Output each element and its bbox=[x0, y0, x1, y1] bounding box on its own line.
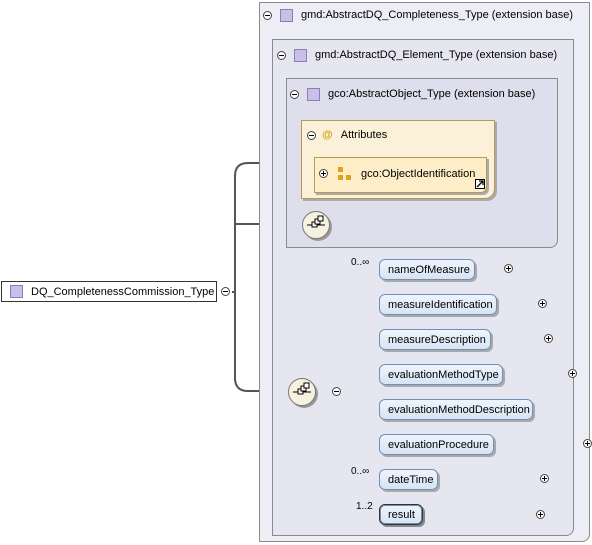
element-name: measureDescription bbox=[388, 333, 486, 346]
collapse-icon[interactable] bbox=[263, 10, 272, 20]
element-measureIdentification[interactable]: measureIdentification bbox=[379, 294, 497, 315]
element-evaluationMethodDescription[interactable]: evaluationMethodDescription bbox=[379, 399, 533, 420]
attribute-at-icon: @ bbox=[322, 129, 333, 141]
element-measureDescription[interactable]: measureDescription bbox=[379, 329, 491, 350]
element-name: nameOfMeasure bbox=[388, 263, 470, 276]
extension-label: gmd:AbstractDQ_Element_Type (extension b… bbox=[315, 49, 558, 61]
element-nameOfMeasure[interactable]: nameOfMeasure bbox=[379, 259, 475, 280]
reference-arrow-icon bbox=[475, 179, 485, 189]
root-complex-type[interactable]: DQ_CompletenessCommission_Type bbox=[1, 281, 217, 302]
collapse-icon[interactable] bbox=[277, 50, 286, 60]
root-type-name: DQ_CompletenessCommission_Type bbox=[31, 285, 215, 298]
attributes-label: Attributes bbox=[340, 129, 388, 141]
complex-type-icon bbox=[307, 87, 320, 101]
occurrence-label: 0..∞ bbox=[351, 466, 370, 477]
sequence-compositor-icon[interactable] bbox=[302, 211, 330, 239]
attribute-group[interactable]: gco:ObjectIdentification bbox=[314, 157, 487, 193]
element-name: evaluationMethodType bbox=[388, 368, 499, 381]
element-name: evaluationProcedure bbox=[388, 438, 489, 451]
sequence-compositor-icon[interactable] bbox=[288, 378, 316, 406]
collapse-icon[interactable] bbox=[221, 287, 230, 296]
complex-type-icon bbox=[294, 48, 307, 62]
extension-label: gmd:AbstractDQ_Completeness_Type (extens… bbox=[301, 9, 574, 21]
collapse-icon[interactable] bbox=[290, 89, 299, 99]
element-dateTime[interactable]: dateTime bbox=[379, 469, 438, 490]
element-evaluationProcedure[interactable]: evaluationProcedure bbox=[379, 434, 494, 455]
element-name: evaluationMethodDescription bbox=[388, 403, 530, 416]
attribute-group-name: gco:ObjectIdentification bbox=[361, 168, 476, 180]
complex-type-icon bbox=[10, 285, 23, 298]
element-name: dateTime bbox=[388, 473, 434, 486]
expand-icon[interactable] bbox=[319, 169, 328, 178]
element-evaluationMethodType[interactable]: evaluationMethodType bbox=[379, 364, 503, 385]
complex-type-icon bbox=[280, 8, 293, 22]
collapse-icon[interactable] bbox=[332, 387, 342, 396]
sequence-icon bbox=[293, 382, 311, 395]
element-name: result bbox=[388, 508, 415, 521]
occurrence-label: 0..∞ bbox=[351, 257, 370, 268]
attribute-group-icon bbox=[338, 167, 351, 180]
element-name: measureIdentification bbox=[388, 298, 493, 311]
sequence-icon bbox=[307, 215, 325, 228]
expand-icon[interactable] bbox=[535, 510, 545, 519]
extension-label: gco:AbstractObject_Type (extension base) bbox=[328, 88, 536, 100]
expand-icon[interactable] bbox=[539, 474, 549, 483]
element-result[interactable]: result bbox=[379, 504, 423, 525]
collapse-icon[interactable] bbox=[307, 130, 316, 140]
expand-icon[interactable] bbox=[583, 439, 592, 448]
occurrence-label: 1..2 bbox=[356, 501, 373, 512]
